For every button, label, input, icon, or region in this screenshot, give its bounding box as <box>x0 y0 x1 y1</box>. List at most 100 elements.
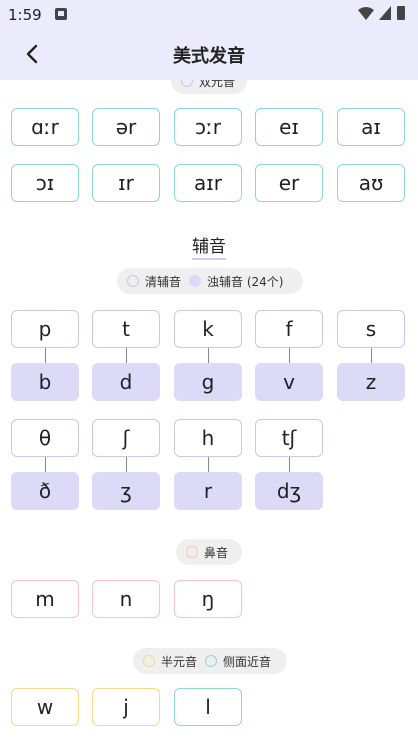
phoneme-symbol: ʃ <box>122 426 130 450</box>
phoneme-symbol: θ <box>38 426 52 450</box>
phoneme-card[interactable]: aʊ <box>337 164 405 202</box>
voiced-phoneme-card[interactable]: ð <box>11 472 79 510</box>
pair-connector <box>45 457 46 472</box>
phoneme-symbol: dʒ <box>276 479 302 503</box>
phoneme-symbol: ɪr <box>118 171 134 195</box>
semivowel-legend-chip: 半元音 侧面近音 <box>133 648 287 674</box>
unvoiced-phoneme-card[interactable]: p <box>11 310 79 348</box>
phoneme-card[interactable]: ɔɪ <box>11 164 79 202</box>
unvoiced-phoneme-card[interactable]: k <box>174 310 242 348</box>
vowel-legend-dot <box>181 80 193 87</box>
consonants-section-title: 辅音 <box>0 232 418 260</box>
phoneme-card[interactable]: aɪr <box>174 164 242 202</box>
phoneme-card[interactable]: ɔːr <box>174 108 242 146</box>
phoneme-symbol: tʃ <box>281 426 297 450</box>
consonant-legend-chip: 清辅音 浊辅音 (24个) <box>117 268 303 294</box>
phoneme-symbol: b <box>38 370 52 394</box>
battery-icon <box>397 6 405 20</box>
pair-connector <box>45 348 46 363</box>
phoneme-symbol: z <box>365 370 377 394</box>
phoneme-card[interactable]: eɪ <box>255 108 323 146</box>
status-time: 1:59 <box>8 6 42 24</box>
phoneme-symbol: p <box>38 317 52 341</box>
phoneme-symbol: m <box>35 587 55 611</box>
semivowel-legend-dot <box>143 655 155 667</box>
unvoiced-phoneme-card[interactable]: θ <box>11 419 79 457</box>
unvoiced-phoneme-card[interactable]: tʃ <box>255 419 323 457</box>
phoneme-symbol: er <box>278 171 300 195</box>
phoneme-symbol: w <box>36 695 54 719</box>
phoneme-card[interactable]: aɪ <box>337 108 405 146</box>
phoneme-symbol: ŋ <box>201 587 215 611</box>
phoneme-symbol: k <box>202 317 214 341</box>
unvoiced-phoneme-card[interactable]: f <box>255 310 323 348</box>
pair-connector <box>289 457 290 472</box>
lateral-phoneme-card[interactable]: l <box>174 688 242 726</box>
unvoiced-phoneme-card[interactable]: h <box>174 419 242 457</box>
pair-connector <box>208 457 209 472</box>
lateral-legend-label: 侧面近音 <box>223 654 272 669</box>
unvoiced-phoneme-card[interactable]: t <box>92 310 160 348</box>
unvoiced-phoneme-card[interactable]: s <box>337 310 405 348</box>
phoneme-symbol: ɔːr <box>195 115 221 139</box>
legend-diphthong-chip: 双元音 <box>171 80 247 94</box>
phoneme-symbol: n <box>119 587 133 611</box>
unvoiced-phoneme-card[interactable]: ʃ <box>92 419 160 457</box>
phoneme-symbol: h <box>201 426 215 450</box>
phoneme-symbol: ər <box>115 115 137 139</box>
nasal-phoneme-card[interactable]: m <box>11 580 79 618</box>
phoneme-card[interactable]: ər <box>92 108 160 146</box>
status-bar: 1:59 <box>0 0 418 28</box>
phoneme-symbol: f <box>285 317 293 341</box>
phoneme-card[interactable]: ɪr <box>92 164 160 202</box>
phoneme-symbol: ð <box>38 479 52 503</box>
voiced-legend-dot <box>189 275 202 287</box>
pair-connector <box>126 457 127 472</box>
voiced-phoneme-card[interactable]: v <box>255 363 323 401</box>
phoneme-symbol: v <box>283 370 295 394</box>
voiced-phoneme-card[interactable]: ʒ <box>92 472 160 510</box>
semivowel-legend-label: 半元音 <box>161 654 198 669</box>
phoneme-symbol: d <box>119 370 133 394</box>
phoneme-symbol: ɑːr <box>31 115 59 139</box>
phoneme-symbol: aɪ <box>361 115 381 139</box>
voiced-phoneme-card[interactable]: z <box>337 363 405 401</box>
phoneme-symbol: j <box>123 695 129 719</box>
nasal-legend-dot <box>186 546 198 558</box>
phoneme-card[interactable]: ɑːr <box>11 108 79 146</box>
voiced-phoneme-card[interactable]: g <box>174 363 242 401</box>
lateral-legend-dot <box>205 655 218 667</box>
voiced-phoneme-card[interactable]: dʒ <box>255 472 323 510</box>
phoneme-symbol: aʊ <box>358 171 384 195</box>
phoneme-symbol: ʒ <box>120 479 132 503</box>
phoneme-symbol: l <box>205 695 211 719</box>
semivowel-phoneme-card[interactable]: w <box>11 688 79 726</box>
wifi-icon <box>358 7 374 20</box>
phoneme-symbol: s <box>365 317 377 341</box>
pair-connector <box>371 348 372 363</box>
unvoiced-legend-label: 清辅音 <box>145 274 182 289</box>
sim-icon <box>55 8 67 20</box>
app-bar: 美式发音 <box>0 28 418 80</box>
nasal-phoneme-card[interactable]: n <box>92 580 160 618</box>
signal-icon <box>379 6 391 20</box>
phoneme-symbol: t <box>122 317 130 341</box>
phoneme-symbol: eɪ <box>279 115 299 139</box>
voiced-phoneme-card[interactable]: b <box>11 363 79 401</box>
phoneme-symbol: aɪr <box>194 171 222 195</box>
pair-connector <box>208 348 209 363</box>
semivowel-phoneme-card[interactable]: j <box>92 688 160 726</box>
phoneme-symbol: g <box>201 370 215 394</box>
pair-connector <box>126 348 127 363</box>
legend-diphthong-label: 双元音 <box>199 80 236 89</box>
phoneme-symbol: r <box>203 479 213 503</box>
phoneme-card[interactable]: er <box>255 164 323 202</box>
unvoiced-legend-dot <box>127 275 139 287</box>
voiced-phoneme-card[interactable]: r <box>174 472 242 510</box>
nasal-phoneme-card[interactable]: ŋ <box>174 580 242 618</box>
phoneme-symbol: ɔɪ <box>35 171 55 195</box>
nasal-legend-chip: 鼻音 <box>176 539 242 565</box>
voiced-phoneme-card[interactable]: d <box>92 363 160 401</box>
voiced-legend-label: 浊辅音 (24个) <box>207 274 284 289</box>
consonants-title-text: 辅音 <box>192 237 226 260</box>
